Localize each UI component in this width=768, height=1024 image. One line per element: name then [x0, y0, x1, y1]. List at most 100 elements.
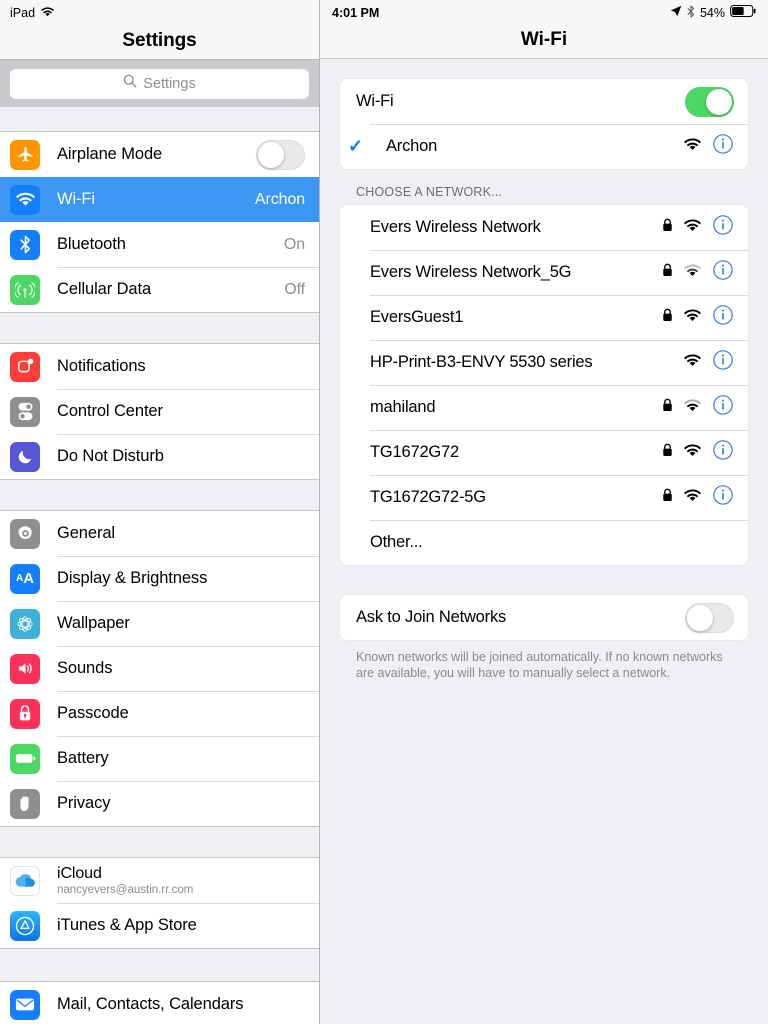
- airplane-mode-toggle[interactable]: [256, 139, 305, 170]
- ask-to-join-label: Ask to Join Networks: [356, 608, 507, 626]
- info-icon[interactable]: [712, 133, 734, 160]
- network-row[interactable]: mahiland: [340, 385, 748, 430]
- network-row-other[interactable]: Other...: [340, 520, 748, 565]
- sidebar-group-connectivity: Airplane Mode Wi-Fi Archon Bluetooth On …: [0, 131, 319, 313]
- sidebar-search-band: Settings: [0, 59, 319, 107]
- sidebar-item-label: Display & Brightness: [57, 569, 208, 587]
- search-placeholder: Settings: [143, 75, 196, 92]
- info-icon[interactable]: [712, 394, 734, 421]
- lock-icon: [662, 308, 673, 327]
- sidebar-item-itunes-app-store[interactable]: iTunes & App Store: [0, 903, 319, 948]
- network-icons: [662, 304, 734, 331]
- wifi-icon: [684, 308, 701, 327]
- status-right-cluster: 54%: [670, 4, 756, 21]
- toggle-knob: [258, 141, 284, 168]
- moon-icon: [10, 441, 40, 472]
- ask-to-join-row[interactable]: Ask to Join Networks: [340, 595, 748, 640]
- sidebar-group-system: General AA Display & Brightness Wallpape…: [0, 510, 319, 827]
- info-icon[interactable]: [712, 439, 734, 466]
- network-row[interactable]: EversGuest1: [340, 295, 748, 340]
- sidebar-item-wallpaper[interactable]: Wallpaper: [0, 601, 319, 646]
- sidebar-item-display-brightness[interactable]: AA Display & Brightness: [0, 556, 319, 601]
- network-icons: [662, 439, 734, 466]
- network-name: Evers Wireless Network: [370, 218, 541, 236]
- sidebar-item-do-not-disturb[interactable]: Do Not Disturb: [0, 434, 319, 479]
- search-input[interactable]: Settings: [10, 68, 309, 99]
- sidebar-item-label: Passcode: [57, 704, 129, 722]
- lock-icon: [662, 263, 673, 282]
- sidebar-item-wi-fi[interactable]: Wi-Fi Archon: [0, 177, 319, 222]
- network-name: TG1672G72-5G: [370, 488, 486, 506]
- network-icons: [684, 349, 734, 376]
- lock-icon: [10, 698, 40, 729]
- network-row[interactable]: Evers Wireless Network_5G: [340, 250, 748, 295]
- lock-icon: [662, 443, 673, 462]
- bluetooth-icon: [10, 229, 40, 260]
- text-size-icon: AA: [10, 563, 40, 594]
- sidebar-item-control-center[interactable]: Control Center: [0, 389, 319, 434]
- gear-icon: [10, 518, 40, 549]
- network-list-card: Evers Wireless Network Evers Wireless Ne…: [340, 205, 748, 565]
- lock-icon: [662, 218, 673, 237]
- hand-icon: [10, 788, 40, 819]
- sidebar-item-battery[interactable]: Battery: [0, 736, 319, 781]
- icloud-text-stack: iCloud nancyevers@austin.rr.com: [57, 865, 305, 896]
- info-icon[interactable]: [712, 349, 734, 376]
- panel-body: Wi-Fi ✓ Archon CHOOSE A NETWORK... Evers…: [320, 59, 768, 681]
- sidebar-item-general[interactable]: General: [0, 511, 319, 556]
- battery-icon: [10, 743, 40, 774]
- ask-to-join-toggle[interactable]: [685, 602, 734, 633]
- sidebar-item-passcode[interactable]: Passcode: [0, 691, 319, 736]
- wallpaper-icon: [10, 608, 40, 639]
- sidebar-group-alerts: Notifications Control Center Do Not Dist…: [0, 343, 319, 480]
- connected-network-icons: [684, 133, 734, 160]
- sidebar-item-mail-contacts-calendars[interactable]: Mail, Contacts, Calendars: [0, 982, 319, 1024]
- sidebar-item-label: Control Center: [57, 402, 163, 420]
- lock-icon: [662, 398, 673, 417]
- sidebar-item-icloud[interactable]: iCloud nancyevers@austin.rr.com: [0, 858, 319, 903]
- network-row[interactable]: TG1672G72-5G: [340, 475, 748, 520]
- wifi-toggle[interactable]: [685, 86, 734, 117]
- sidebar-item-label: Notifications: [57, 357, 146, 375]
- panel-spacer: [340, 565, 748, 595]
- info-icon[interactable]: [712, 259, 734, 286]
- sidebar-item-airplane-mode[interactable]: Airplane Mode: [0, 132, 319, 177]
- network-name: TG1672G72: [370, 443, 460, 461]
- mail-icon: [10, 989, 40, 1020]
- wifi-icon: [684, 263, 701, 282]
- wifi-icon: [684, 353, 701, 372]
- sidebar-item-cellular-data[interactable]: Cellular Data Off: [0, 267, 319, 312]
- panel-status-bar: 4:01 PM 54%: [320, 0, 768, 22]
- sidebar-item-sublabel: nancyevers@austin.rr.com: [57, 884, 194, 896]
- sidebar-group-mail: Mail, Contacts, Calendars: [0, 981, 319, 1024]
- sidebar-spacer: [0, 480, 319, 510]
- battery-icon: [730, 5, 756, 20]
- sidebar-item-sounds[interactable]: Sounds: [0, 646, 319, 691]
- sidebar-item-notifications[interactable]: Notifications: [0, 344, 319, 389]
- sidebar-spacer: [0, 313, 319, 343]
- sidebar-item-label: Bluetooth: [57, 235, 126, 253]
- wifi-detail-panel: 4:01 PM 54% Wi-Fi Wi-Fi ✓ Archon CHOOSE …: [320, 0, 768, 1024]
- network-row[interactable]: TG1672G72: [340, 430, 748, 475]
- ask-to-join-footnote: Known networks will be joined automatica…: [356, 650, 723, 680]
- info-icon[interactable]: [712, 304, 734, 331]
- status-time: 4:01 PM: [332, 5, 380, 20]
- info-icon[interactable]: [712, 214, 734, 241]
- network-row[interactable]: Evers Wireless Network: [340, 205, 748, 250]
- network-icons: [662, 259, 734, 286]
- sidebar-item-value: Off: [284, 280, 305, 298]
- sidebar-item-label: Battery: [57, 749, 109, 767]
- sidebar-spacer: [0, 827, 319, 857]
- wifi-icon: [684, 398, 701, 417]
- sidebar-item-bluetooth[interactable]: Bluetooth On: [0, 222, 319, 267]
- icloud-icon: [10, 865, 40, 896]
- sidebar-status-bar: iPad: [0, 0, 319, 22]
- sidebar-item-label: General: [57, 524, 116, 542]
- network-icons: [662, 394, 734, 421]
- wifi-toggle-row[interactable]: Wi-Fi: [340, 79, 748, 124]
- sidebar-item-privacy[interactable]: Privacy: [0, 781, 319, 826]
- airplane-icon: [10, 139, 40, 170]
- network-row[interactable]: HP-Print-B3-ENVY 5530 series: [340, 340, 748, 385]
- info-icon[interactable]: [712, 484, 734, 511]
- connected-network-row[interactable]: ✓ Archon: [340, 124, 748, 169]
